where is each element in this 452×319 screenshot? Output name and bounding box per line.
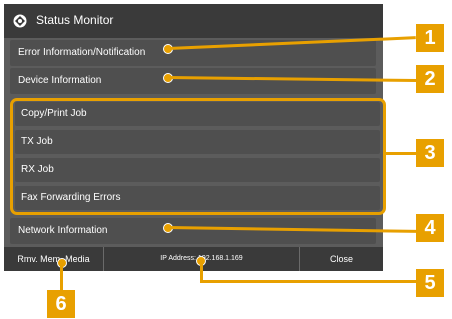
- callout-5: 5: [416, 269, 444, 297]
- callout-1: 1: [416, 24, 444, 52]
- callout-3: 3: [416, 139, 444, 167]
- ip-address-label: IP Address:: [160, 255, 196, 262]
- callout-6: 6: [47, 290, 75, 318]
- callout-5-line-h: [200, 280, 417, 283]
- fax-forwarding-errors-button[interactable]: Fax Forwarding Errors: [15, 186, 380, 210]
- close-button[interactable]: Close: [300, 247, 383, 271]
- callout-6-line: [60, 262, 63, 292]
- page-title: Status Monitor: [36, 13, 114, 27]
- copy-print-job-button[interactable]: Copy/Print Job: [15, 102, 380, 126]
- status-monitor-icon: [13, 14, 27, 28]
- callout-3-line: [385, 152, 416, 155]
- remove-memory-media-button[interactable]: Rmv. Mem. Media: [4, 247, 104, 271]
- job-group-highlight: Copy/Print Job TX Job RX Job Fax Forward…: [10, 98, 386, 215]
- callout-4: 4: [416, 214, 444, 242]
- device-information-button[interactable]: Device Information: [10, 68, 376, 94]
- callout-2: 2: [416, 65, 444, 93]
- tx-job-button[interactable]: TX Job: [15, 130, 380, 154]
- rx-job-button[interactable]: RX Job: [15, 158, 380, 182]
- title-bar: Status Monitor: [4, 4, 383, 38]
- callout-5-line-v: [200, 260, 203, 282]
- error-information-button[interactable]: Error Information/Notification: [10, 40, 376, 66]
